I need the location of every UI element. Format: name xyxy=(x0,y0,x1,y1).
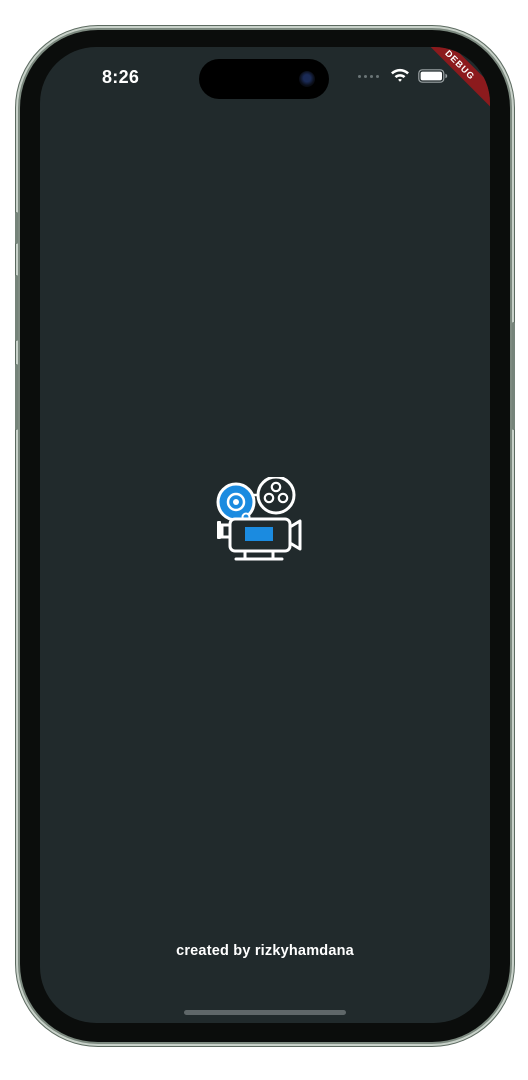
volume-down-button xyxy=(15,364,18,430)
dynamic-island xyxy=(199,59,329,99)
wifi-icon xyxy=(391,68,409,82)
volume-up-button xyxy=(15,275,18,341)
front-camera-icon xyxy=(299,71,315,87)
status-time: 8:26 xyxy=(102,67,140,87)
power-button xyxy=(512,322,515,430)
credit-text: created by rizkyhamdana xyxy=(176,943,354,959)
mute-switch xyxy=(15,212,18,244)
app-screen: 8:26 DEBUG created by rizkyhamdana xyxy=(40,47,490,1023)
signal-dots-icon xyxy=(358,75,379,78)
home-indicator[interactable] xyxy=(184,1010,346,1015)
battery-icon xyxy=(418,69,448,83)
film-projector-icon xyxy=(216,477,302,561)
